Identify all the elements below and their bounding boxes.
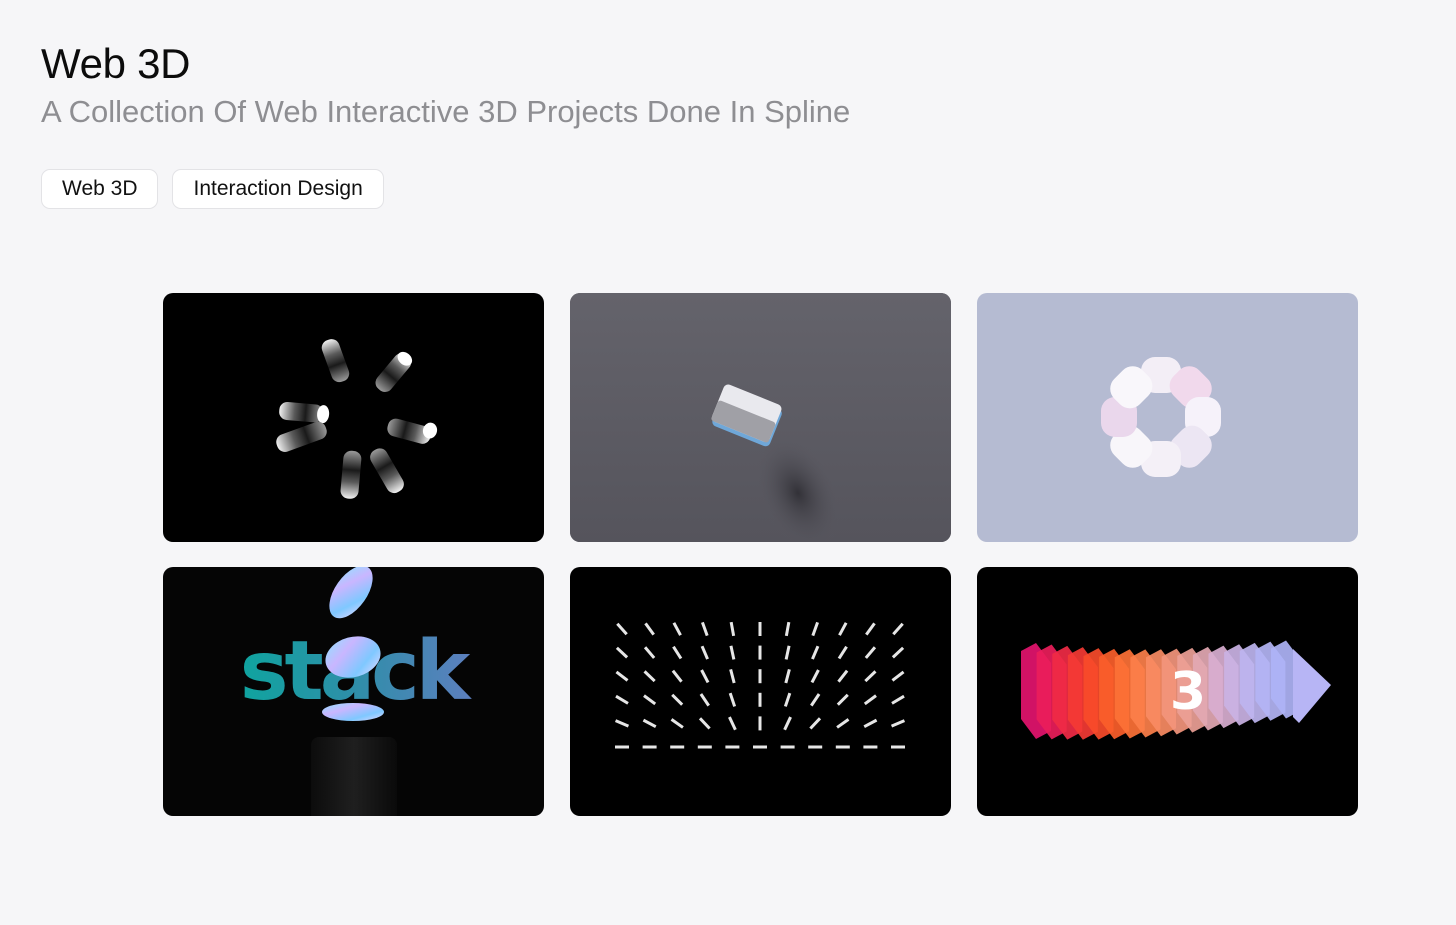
- grid-dash: [699, 693, 710, 707]
- grid-dash: [836, 718, 850, 729]
- grid-dash: [615, 694, 629, 705]
- grid-dash: [701, 621, 709, 637]
- grid-dash: [811, 645, 820, 660]
- project-card-stack[interactable]: stack: [163, 567, 544, 816]
- grid-dash: [891, 670, 905, 682]
- grid-dash: [616, 622, 628, 636]
- page-header: Web 3D A Collection Of Web Interactive 3…: [41, 38, 850, 132]
- grid-dash: [729, 645, 736, 660]
- grid-dash: [783, 692, 792, 707]
- grid-dash: [837, 669, 849, 683]
- project-card-floating-cards[interactable]: [570, 293, 951, 542]
- grid-dash: [810, 693, 821, 707]
- grid-dash: [672, 645, 683, 660]
- grid-dash: [698, 717, 711, 730]
- grid-dash: [863, 718, 878, 729]
- page-title: Web 3D: [41, 40, 191, 87]
- grid-dash: [783, 716, 792, 731]
- grid-dash: [729, 669, 736, 684]
- project-card-line-grid[interactable]: [570, 567, 951, 816]
- grid-dash: [784, 669, 791, 684]
- grid-dash: [890, 719, 906, 728]
- grid-dash: [728, 716, 737, 731]
- grid-dash: [670, 718, 684, 729]
- grid-dash: [811, 621, 819, 637]
- page-subtitle: A Collection Of Web Interactive 3D Proje…: [41, 94, 851, 129]
- project-card-cylinders[interactable]: [163, 293, 544, 542]
- grid-dash: [642, 718, 657, 729]
- grid-dash: [863, 694, 877, 706]
- project-grid: stack 3: [163, 293, 1358, 816]
- project-card-pastel-ring[interactable]: [977, 293, 1358, 542]
- grid-dash: [865, 622, 876, 636]
- tag-list: Web 3D Interaction Design: [41, 169, 384, 209]
- grid-dash: [671, 669, 683, 683]
- gradient-layers-icon: 3: [1021, 640, 1331, 740]
- grid-dash: [643, 646, 656, 659]
- grid-dash: [643, 670, 656, 683]
- grid-dash: [838, 622, 848, 636]
- gradient-layer-tip: [1293, 649, 1331, 723]
- pastel-ring-icon: [1101, 357, 1221, 477]
- project-card-gradient-layers[interactable]: 3: [977, 567, 1358, 816]
- layer-number-text: 3: [1170, 662, 1206, 722]
- grid-dash: [810, 669, 820, 684]
- rotating-cylinders-icon: [276, 339, 438, 499]
- grid-dash: [864, 646, 877, 659]
- tag-interaction-design[interactable]: Interaction Design: [172, 169, 384, 209]
- grid-dash: [784, 645, 791, 660]
- grid-dash: [784, 621, 791, 637]
- grid-dash: [644, 622, 655, 636]
- grid-dash: [700, 669, 710, 684]
- grid-dash: [729, 621, 736, 637]
- grid-dash: [836, 693, 849, 706]
- grid-dash: [891, 646, 905, 659]
- grid-dash: [728, 692, 737, 707]
- stack-coins-icon: stack: [240, 567, 477, 816]
- line-grid-icon: [614, 621, 906, 749]
- grid-dash: [892, 622, 904, 636]
- grid-dash: [864, 670, 877, 683]
- grid-dash: [809, 717, 822, 730]
- grid-dash: [615, 670, 629, 682]
- tag-web-3d[interactable]: Web 3D: [41, 169, 159, 209]
- floating-cards-icon: [570, 293, 951, 542]
- grid-dash: [837, 645, 848, 660]
- grid-dash: [700, 645, 709, 660]
- grid-dash: [615, 646, 629, 659]
- grid-dash: [671, 693, 684, 706]
- grid-dash: [643, 694, 657, 706]
- grid-dash: [891, 694, 905, 705]
- grid-dash: [672, 622, 682, 636]
- grid-dash: [614, 719, 630, 728]
